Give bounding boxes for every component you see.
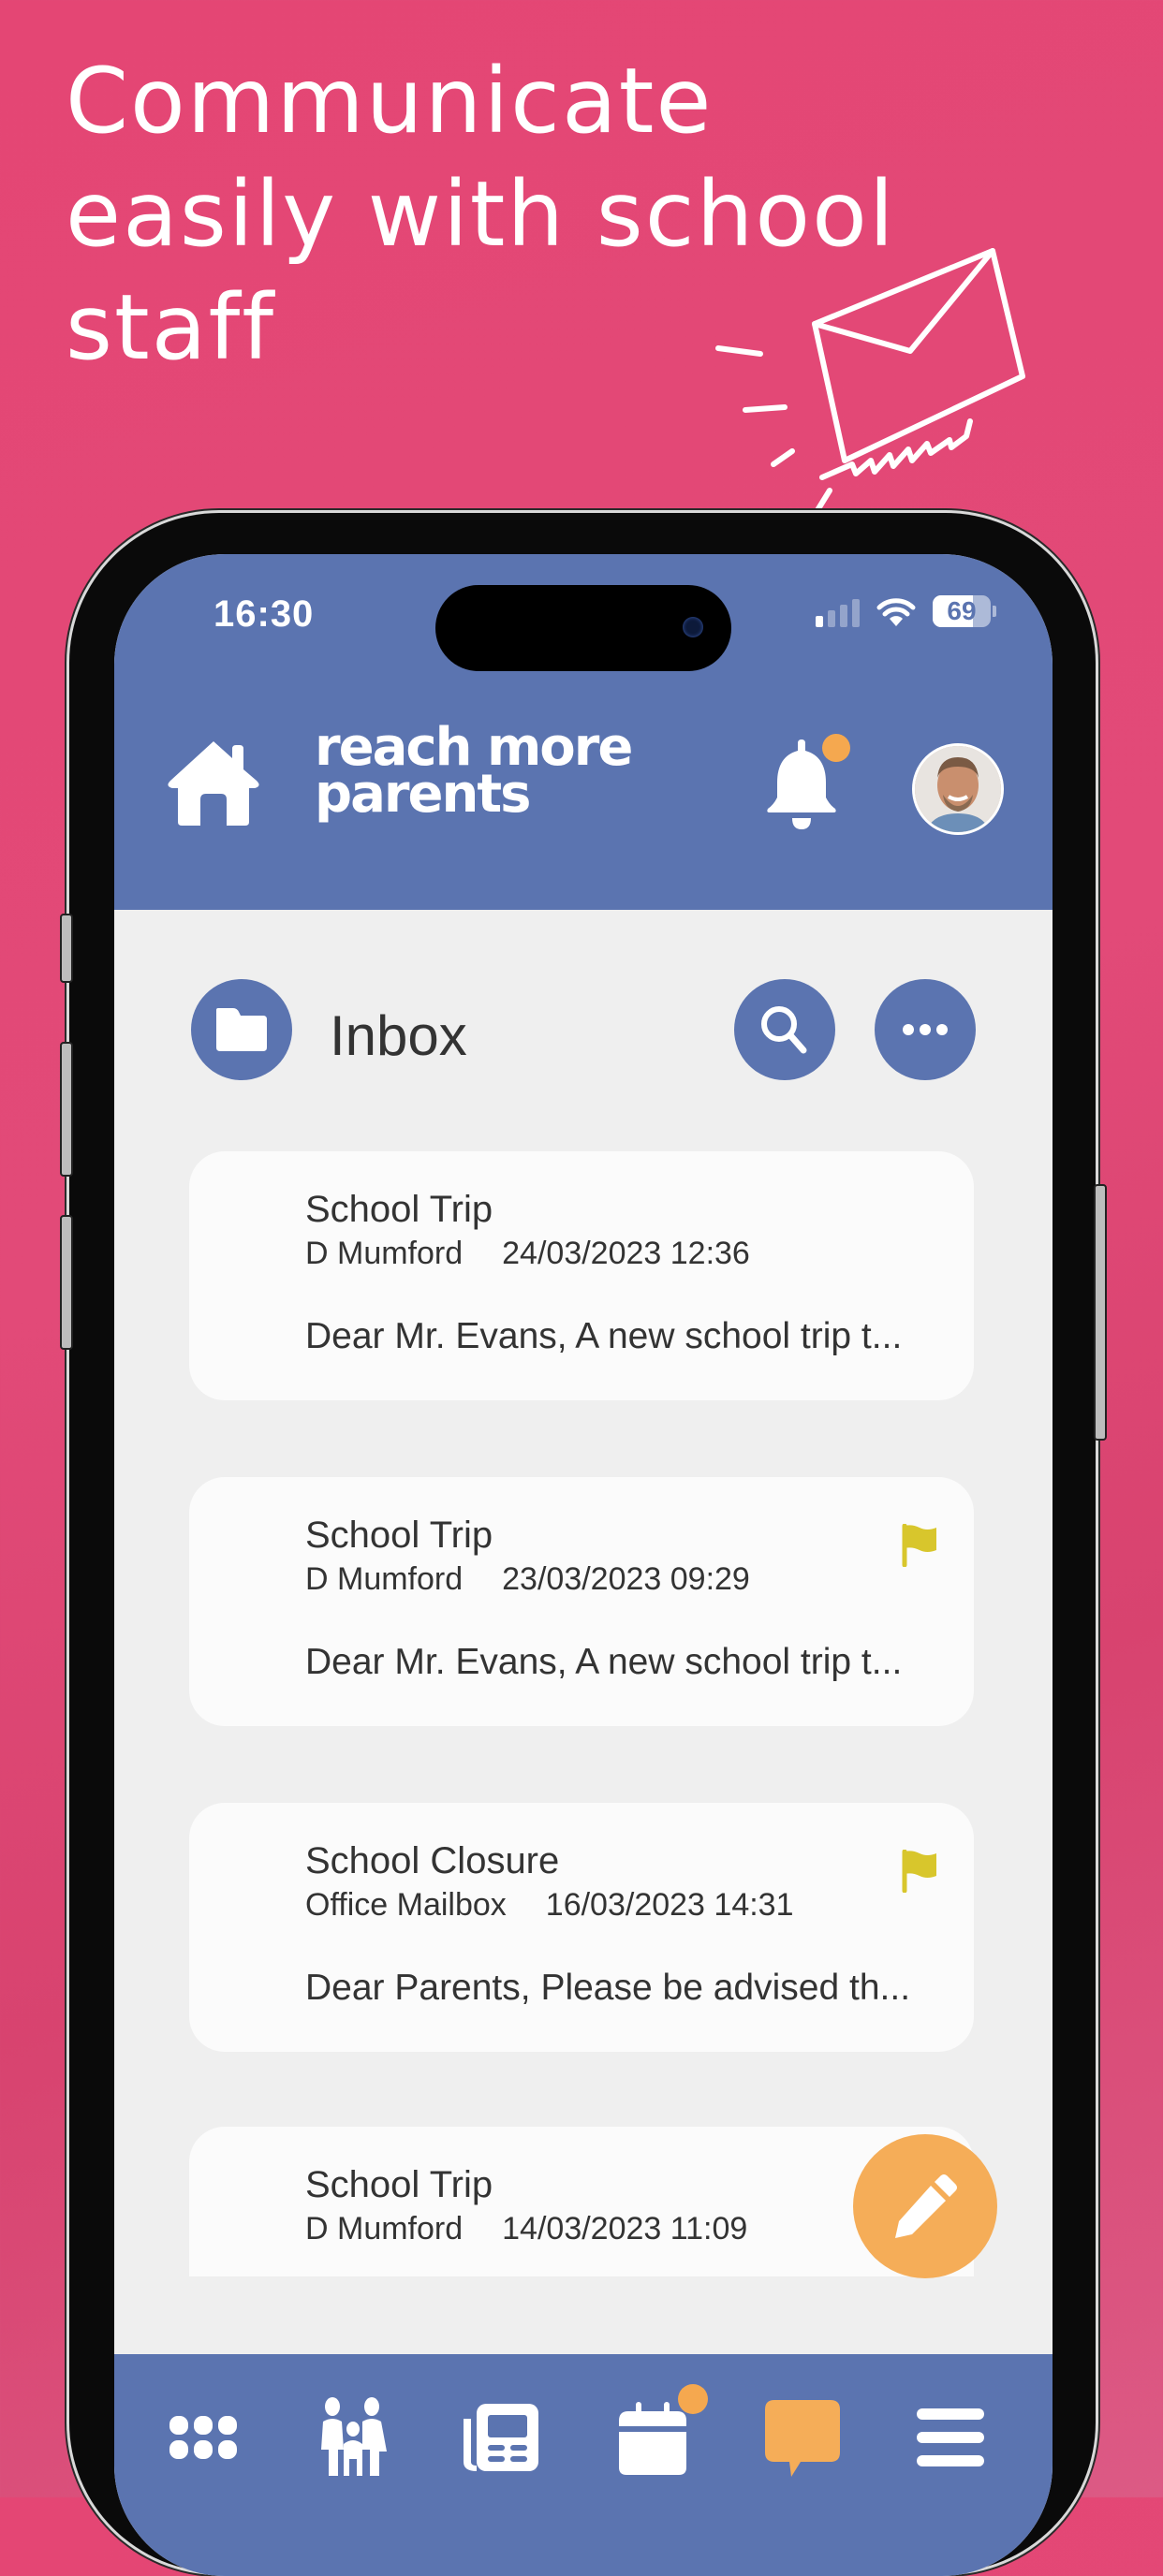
phone-volume-down-button [60, 1215, 73, 1350]
flag-icon[interactable] [901, 1524, 938, 1567]
nav-family[interactable] [311, 2395, 395, 2480]
folders-button[interactable] [191, 979, 292, 1080]
more-horizontal-icon [903, 1024, 948, 1035]
message-card[interactable]: School Trip D Mumford 24/03/2023 12:36 De… [189, 1151, 974, 1400]
battery-percent: 69 [947, 596, 977, 625]
home-icon [168, 741, 259, 826]
message-sender: D Mumford [305, 1236, 464, 1271]
app-screen: 16:30 69 reach more parents Inbox School… [114, 554, 1053, 2576]
message-meta: D Mumford 14/03/2023 11:09 [305, 2211, 747, 2247]
message-subject: School Closure [305, 1840, 560, 1881]
flag-icon[interactable] [901, 1850, 938, 1893]
nav-messages[interactable] [760, 2395, 845, 2480]
newspaper-icon [464, 2404, 538, 2471]
message-card[interactable]: School Closure Office Mailbox 16/03/2023 … [189, 1803, 974, 2052]
calendar-badge [678, 2384, 708, 2414]
battery-indicator: 69 [933, 595, 996, 627]
envelope-sketch-icon [715, 248, 1025, 515]
status-icons: 69 [816, 595, 996, 627]
search-button[interactable] [734, 979, 835, 1080]
search-icon [761, 1006, 807, 1054]
logo-line-2: parents [315, 764, 531, 825]
dynamic-island [435, 585, 731, 671]
message-subject: School Trip [305, 1515, 493, 1556]
inbox-toolbar: Inbox [114, 910, 1053, 1153]
message-card[interactable]: School Trip D Mumford 23/03/2023 09:29 De… [189, 1477, 974, 1726]
message-subject: School Trip [305, 1189, 493, 1230]
battery-icon: 69 [933, 595, 991, 627]
message-sender: Office Mailbox [305, 1887, 507, 1923]
phone-power-button [1094, 1184, 1107, 1441]
nav-calendar[interactable] [611, 2384, 708, 2480]
more-options-button[interactable] [875, 979, 976, 1080]
home-button[interactable] [165, 738, 262, 827]
camera-icon [683, 617, 703, 637]
message-preview: Dear Parents, Please be advised th... [305, 1968, 911, 2008]
message-date: 23/03/2023 09:29 [502, 1561, 750, 1597]
message-meta: Office Mailbox 16/03/2023 14:31 [305, 1887, 794, 1924]
message-meta: D Mumford 23/03/2023 09:29 [305, 1561, 750, 1598]
avatar-photo-icon [915, 746, 1001, 832]
message-icon [765, 2400, 840, 2477]
inbox-title: Inbox [330, 1004, 467, 1067]
message-meta: D Mumford 24/03/2023 12:36 [305, 1236, 750, 1272]
message-sender: D Mumford [305, 2211, 464, 2247]
app-logo: reach more parents [315, 722, 633, 825]
headline-line-1: Communicate [66, 49, 714, 154]
nav-apps[interactable] [161, 2395, 245, 2480]
message-sender: D Mumford [305, 1561, 464, 1597]
calendar-icon [619, 2402, 686, 2475]
message-preview: Dear Mr. Evans, A new school trip t... [305, 1316, 903, 1356]
nav-news[interactable] [459, 2395, 543, 2480]
grid-icon [169, 2416, 237, 2459]
menu-icon [917, 2408, 984, 2466]
message-date: 14/03/2023 11:09 [502, 2211, 748, 2247]
compose-button[interactable] [853, 2134, 997, 2278]
folder-icon [216, 1008, 267, 1051]
message-date: 16/03/2023 14:31 [545, 1887, 794, 1923]
pencil-icon [895, 2174, 957, 2238]
status-time: 16:30 [213, 593, 315, 635]
app-header: 16:30 69 reach more parents [114, 554, 1053, 910]
wifi-icon [876, 598, 916, 626]
notification-badge [822, 734, 850, 762]
message-subject: School Trip [305, 2164, 493, 2205]
message-preview: Dear Mr. Evans, A new school trip t... [305, 1642, 903, 1682]
phone-action-button [60, 914, 73, 983]
phone-volume-up-button [60, 1042, 73, 1177]
user-avatar[interactable] [912, 743, 1004, 835]
family-icon [321, 2397, 387, 2476]
signal-icon [816, 597, 860, 627]
bottom-navigation [114, 2354, 1053, 2576]
nav-menu[interactable] [908, 2395, 993, 2480]
notifications-button[interactable] [760, 734, 850, 831]
message-date: 24/03/2023 12:36 [502, 1236, 750, 1271]
